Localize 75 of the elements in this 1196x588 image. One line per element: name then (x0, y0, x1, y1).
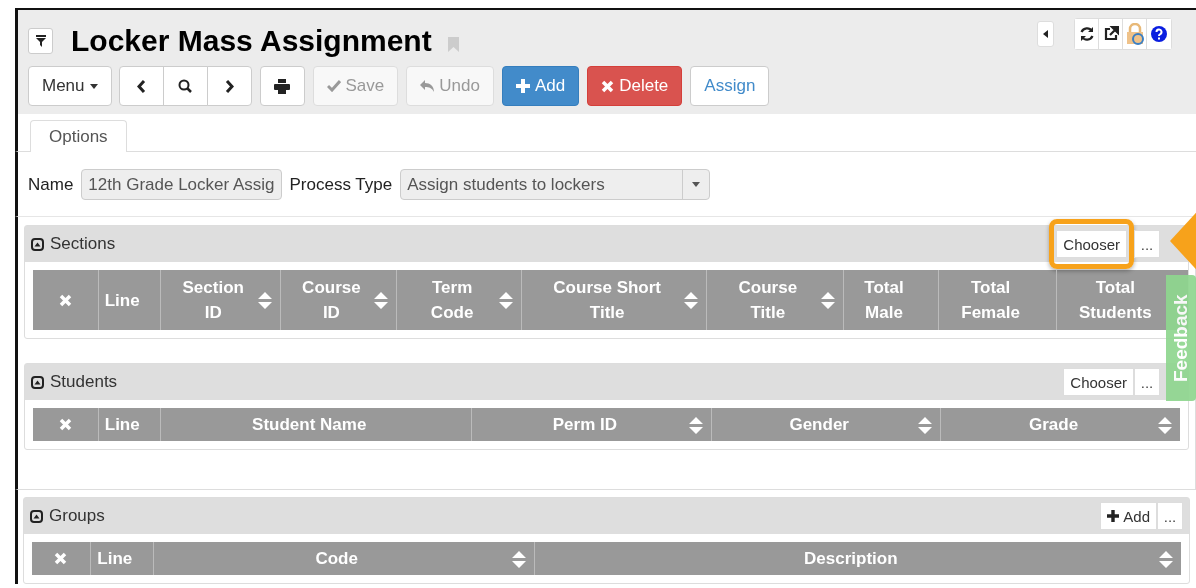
column-header: Total Male (842, 270, 939, 330)
name-field[interactable]: 12th Grade Locker Assig (81, 169, 282, 200)
column-header: Line (97, 270, 160, 330)
plus-icon (515, 79, 530, 93)
filter-icon (35, 35, 46, 47)
sort-icon[interactable] (257, 292, 272, 309)
column-header[interactable]: Perm ID (471, 408, 712, 441)
panel-title: Sections (50, 234, 116, 254)
sort-icon[interactable] (374, 292, 388, 309)
chooser-button[interactable]: Chooser (1063, 368, 1134, 396)
collapse-icon[interactable] (31, 237, 44, 251)
sort-icon[interactable] (820, 292, 835, 309)
column-header: Line (89, 542, 153, 575)
next-button[interactable] (206, 66, 252, 106)
close-icon[interactable] (58, 418, 72, 431)
panel-title: Students (50, 372, 118, 392)
toolbar-button[interactable]: Delete (587, 66, 683, 106)
collapse-button[interactable] (1037, 21, 1054, 47)
page-title: Locker Mass Assignment (71, 24, 432, 58)
more-button[interactable]: ... (1134, 368, 1160, 396)
more-button[interactable]: ... (1157, 502, 1183, 530)
caret-down-icon (89, 83, 98, 89)
sort-icon[interactable] (499, 292, 514, 309)
column-header[interactable]: Description (533, 542, 1181, 575)
close-icon (601, 79, 615, 93)
plus-icon (1107, 510, 1120, 522)
toolbar-button[interactable]: Assign (690, 66, 770, 106)
toolbar-button[interactable]: Add (501, 66, 580, 106)
external-link-icon (1102, 26, 1119, 42)
caret-down-icon (692, 182, 701, 187)
menu-button[interactable]: Menu (28, 66, 112, 106)
caret-left-icon (1043, 30, 1048, 38)
more-button[interactable]: ... (1134, 230, 1160, 258)
column-header: Line (97, 408, 160, 441)
undo-icon (420, 80, 435, 92)
field-label: Process Type (289, 174, 393, 195)
previous-button[interactable] (118, 66, 164, 106)
sort-icon[interactable] (684, 292, 699, 309)
sort-icon[interactable] (689, 416, 704, 434)
sort-icon[interactable] (511, 550, 526, 568)
print-button[interactable] (259, 66, 305, 106)
column-header[interactable]: Code (152, 542, 534, 575)
column-header: Total Female (938, 270, 1056, 330)
close-icon[interactable] (58, 293, 72, 307)
help-icon (1151, 26, 1167, 42)
lock-icon (1125, 23, 1144, 45)
tab[interactable]: Options (30, 120, 127, 152)
close-icon[interactable] (54, 552, 68, 565)
column-header[interactable]: Course Short Title (521, 270, 707, 330)
process-type-dropdown[interactable]: Assign students to lockers (400, 169, 711, 200)
sort-icon[interactable] (918, 416, 933, 434)
column-header[interactable]: Section ID (159, 270, 280, 330)
column-header[interactable]: Term Code (396, 270, 522, 330)
column-header: Student Name (160, 408, 472, 441)
printer-icon (274, 78, 291, 94)
chevron-left-icon (136, 79, 146, 93)
search-button[interactable] (162, 66, 208, 106)
refresh-button[interactable] (1075, 19, 1099, 49)
column-header[interactable]: Course Title (706, 270, 843, 330)
collapse-icon[interactable] (31, 375, 44, 389)
column-header[interactable]: Grade (940, 408, 1180, 441)
check-icon (326, 80, 341, 92)
chooser-button[interactable]: Chooser (1056, 230, 1127, 258)
column-header[interactable]: Course ID (279, 270, 396, 330)
panel-title: Groups (49, 506, 105, 526)
search-icon (178, 79, 193, 93)
collapse-icon[interactable] (30, 509, 43, 523)
column-header[interactable]: Gender (711, 408, 941, 441)
sort-icon[interactable] (1159, 550, 1173, 568)
chevron-right-icon (224, 79, 234, 93)
filter-button[interactable] (28, 28, 53, 54)
field-label: Name (28, 174, 74, 195)
sort-icon[interactable] (1158, 416, 1172, 434)
add-button[interactable]: Add (1100, 502, 1157, 530)
refresh-icon (1078, 26, 1095, 42)
